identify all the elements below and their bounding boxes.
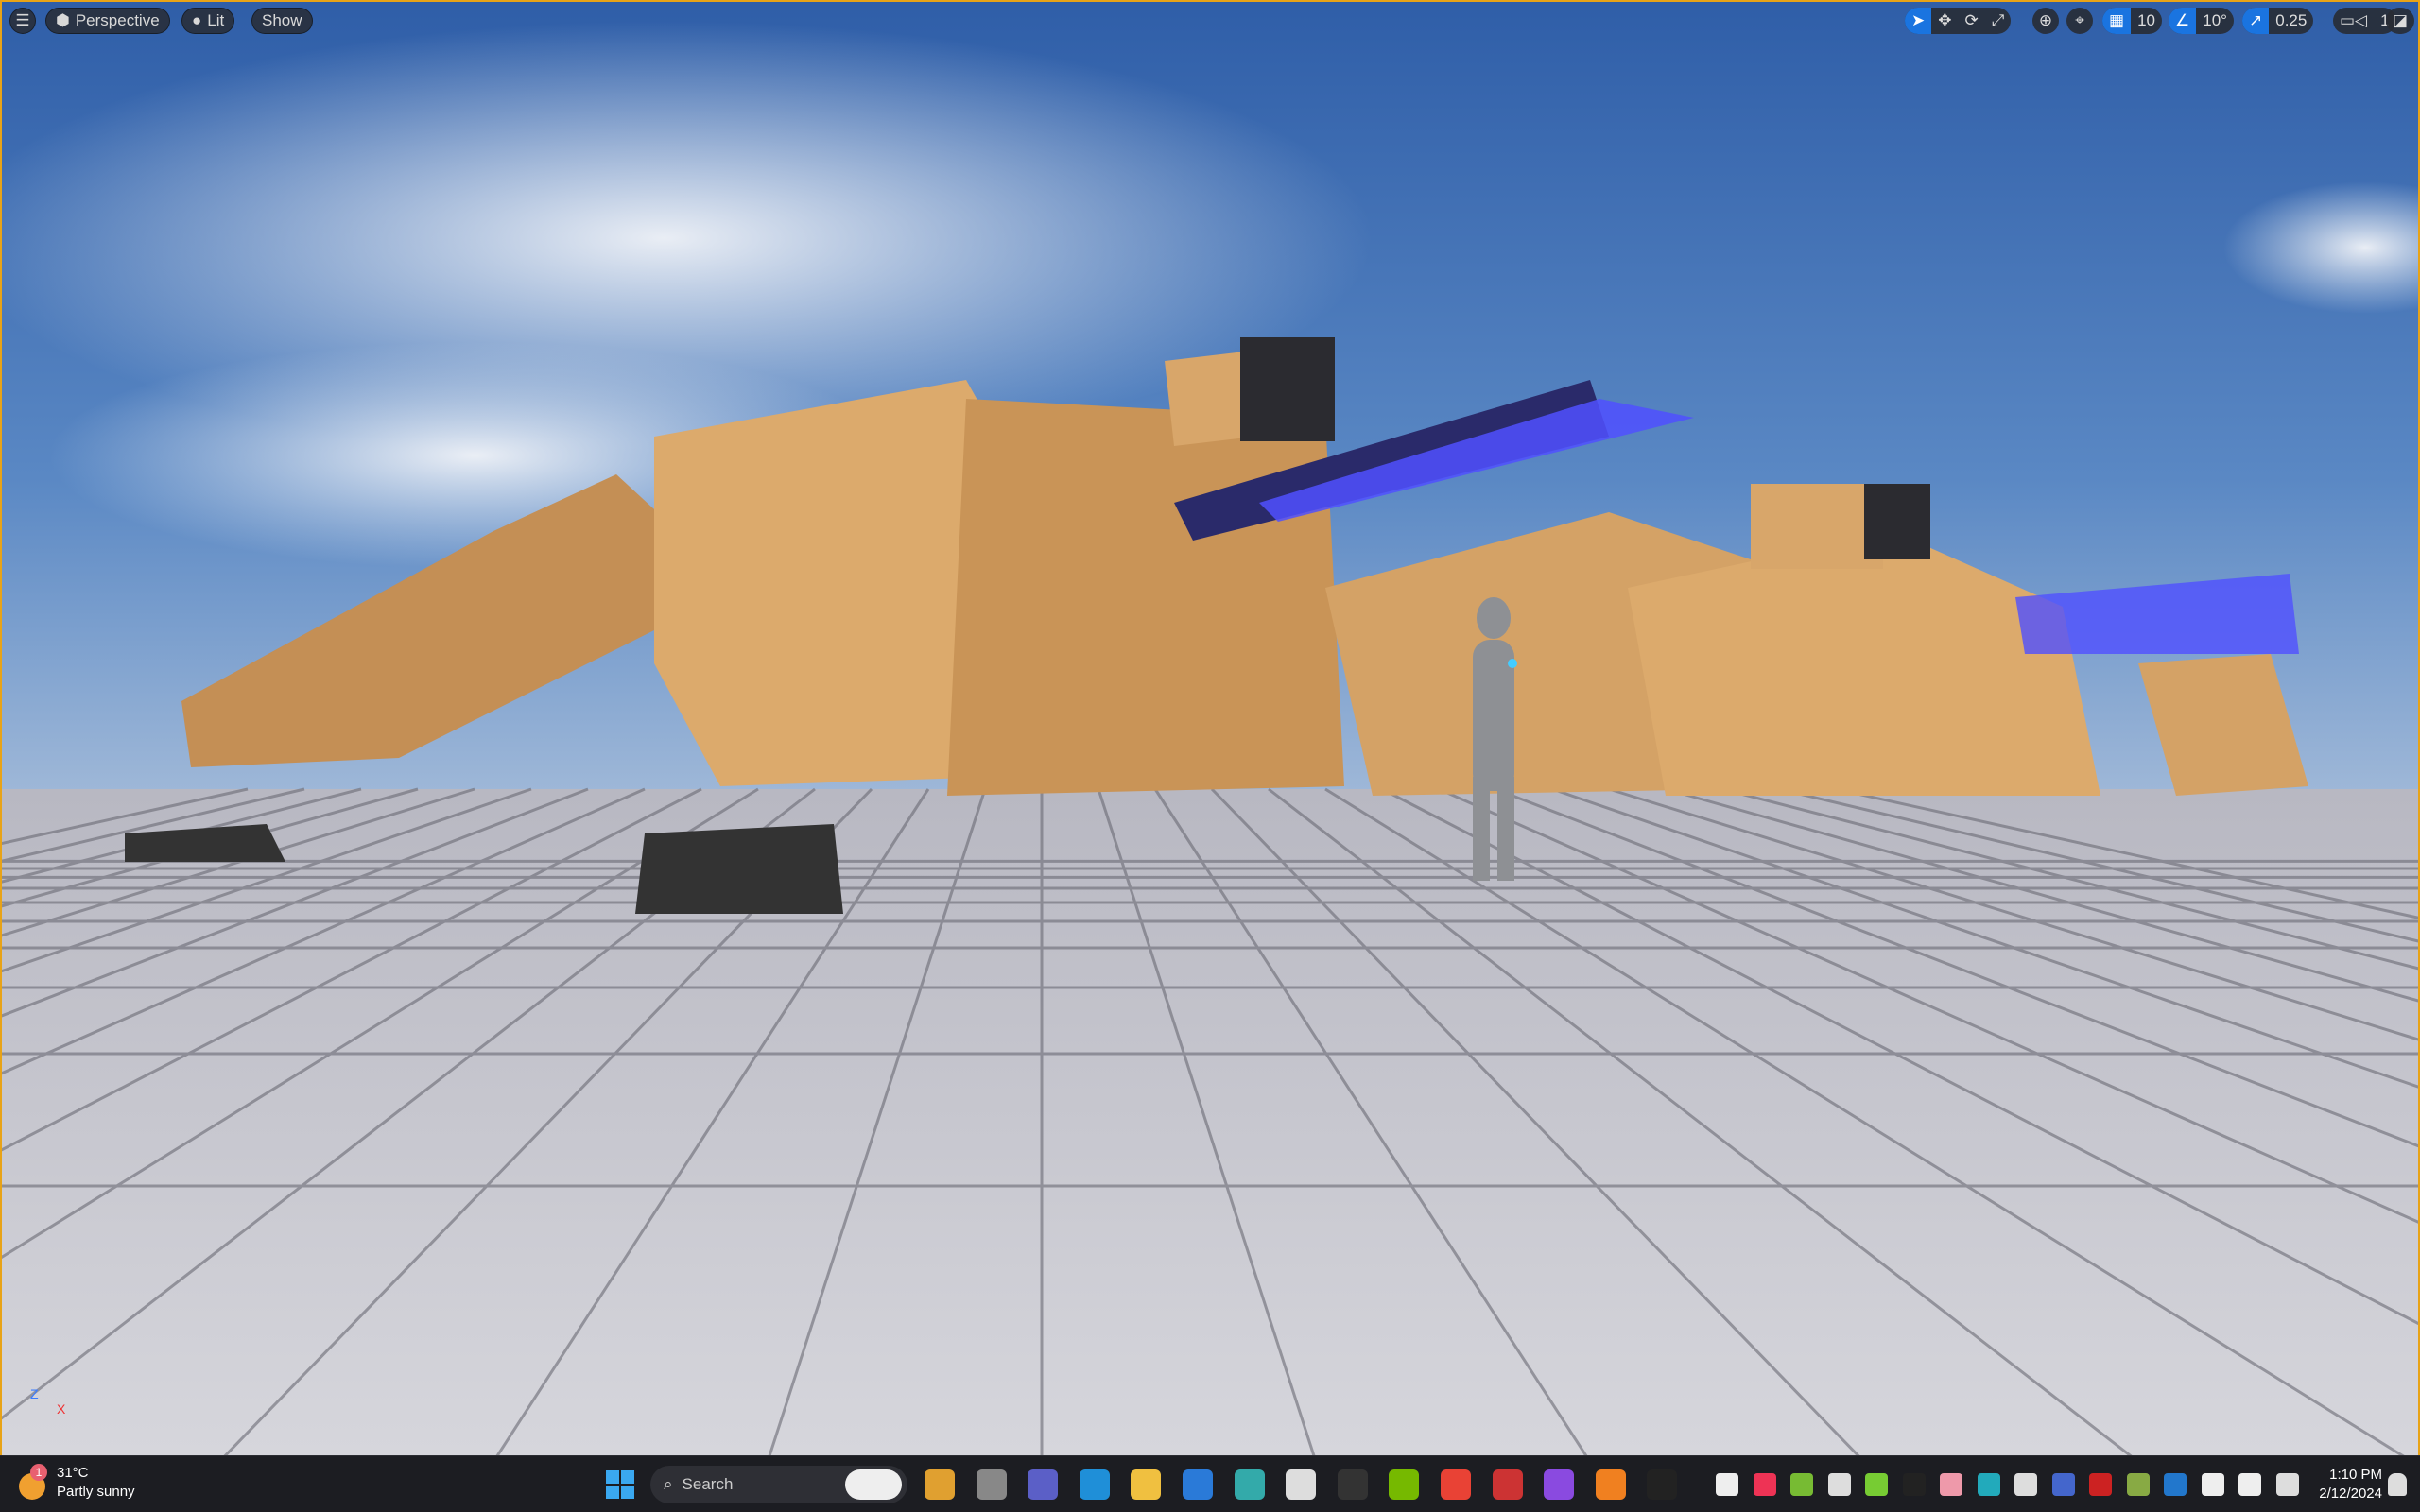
taskbar-app-icon[interactable]: [976, 1469, 1007, 1500]
taskbar-app-icon[interactable]: [1492, 1469, 1523, 1500]
taskbar-app-icon[interactable]: [1131, 1469, 1162, 1500]
axis-x-label: X: [57, 1401, 66, 1417]
taskbar-app-icon[interactable]: [1079, 1469, 1110, 1500]
sphere-icon: ●: [192, 11, 202, 29]
level-viewport[interactable]: ☰ ⬢ Perspective ● Lit Show ➤ ✥ ⟳ ⤢ ⊕ ⌖ ▦ 10…: [0, 0, 2420, 1455]
weather-temp: 31°C: [57, 1465, 89, 1481]
taskbar-app-icon[interactable]: [1028, 1469, 1059, 1500]
grid-snap-value[interactable]: 10: [2131, 8, 2162, 34]
show-button[interactable]: Show: [251, 8, 313, 34]
system-tray-icon[interactable]: [2275, 1473, 2299, 1496]
clock-date: 2/12/2024: [2319, 1486, 2382, 1502]
maximize-icon: ◪: [2392, 11, 2409, 29]
show-label: Show: [262, 11, 302, 29]
start-button[interactable]: [606, 1470, 634, 1499]
taskbar-app-icon[interactable]: [1544, 1469, 1575, 1500]
maximize-viewport-button[interactable]: ◪: [2386, 8, 2414, 34]
scale-snap-value[interactable]: 0.25: [2269, 8, 2313, 34]
scene-render: [2, 2, 2418, 1455]
search-box[interactable]: ⌕ Search: [650, 1466, 908, 1503]
system-tray-icon[interactable]: [2014, 1473, 2037, 1496]
lit-label: Lit: [207, 11, 225, 29]
copilot-icon[interactable]: [845, 1469, 902, 1500]
grid-snap[interactable]: ▦ 10: [2102, 8, 2162, 34]
scale-arrow-icon: ↗: [2242, 8, 2270, 34]
system-tray-icon[interactable]: [1790, 1473, 1813, 1496]
system-tray-icon[interactable]: [2089, 1473, 2112, 1496]
scale-snap[interactable]: ↗ 0.25: [2242, 8, 2314, 34]
system-tray-icon[interactable]: [2051, 1473, 2075, 1496]
camera-icon: ▭◁: [2340, 11, 2368, 29]
system-tray-icon[interactable]: [1716, 1473, 1738, 1496]
surface-snap-button[interactable]: ⌖: [2066, 8, 2093, 34]
system-tray-icon[interactable]: [1902, 1473, 1926, 1496]
search-placeholder: Search: [682, 1475, 734, 1493]
system-tray-icon[interactable]: [2126, 1473, 2150, 1496]
weather-desc: Partly sunny: [57, 1484, 135, 1500]
select-tool-icon[interactable]: ➤: [1905, 8, 1932, 34]
taskbar-app-icon[interactable]: [1389, 1469, 1420, 1500]
search-icon: ⌕: [664, 1475, 673, 1493]
taskbar-app-icon[interactable]: [1441, 1469, 1471, 1500]
clock[interactable]: 1:10 PM 2/12/2024: [2297, 1466, 2382, 1503]
taskbar-app-icon[interactable]: [1286, 1469, 1317, 1500]
rotate-tool-icon[interactable]: ⟳: [1959, 8, 1985, 34]
viewport-menu-button[interactable]: ☰: [9, 8, 36, 34]
taskbar-app-icon[interactable]: [1337, 1469, 1368, 1500]
taskbar-app-icon[interactable]: [1183, 1469, 1213, 1500]
weather-widget[interactable]: 1 31°C Partly sunny: [17, 1464, 135, 1502]
system-tray-icon[interactable]: [1940, 1473, 1962, 1496]
system-tray-icon[interactable]: [1865, 1473, 1888, 1496]
system-tray-icon[interactable]: [1977, 1473, 2000, 1496]
taskbar-app-icon[interactable]: [925, 1469, 955, 1500]
globe-icon: ⊕: [2038, 11, 2053, 29]
axis-gizmo: ZX: [30, 1386, 65, 1417]
system-tray-icon[interactable]: [1753, 1473, 1776, 1496]
axis-z-label: Z: [30, 1386, 39, 1401]
system-tray-icon[interactable]: [2238, 1473, 2261, 1496]
lit-button[interactable]: ● Lit: [182, 8, 235, 34]
angle-icon: ∠: [2169, 8, 2197, 34]
taskbar-app-icon[interactable]: [1595, 1469, 1626, 1500]
perspective-button[interactable]: ⬢ Perspective: [45, 8, 170, 34]
windows-taskbar: 1 31°C Partly sunny ⌕ Search 1:10 PM 2/12/…: [0, 1455, 2420, 1512]
rotation-snap[interactable]: ∠ 10°: [2169, 8, 2234, 34]
surface-snap-icon: ⌖: [2075, 11, 2084, 29]
perspective-label: Perspective: [75, 11, 160, 29]
hamburger-icon: ☰: [15, 11, 30, 29]
world-local-button[interactable]: ⊕: [2032, 8, 2059, 34]
notification-badge: 1: [30, 1464, 47, 1481]
rotation-snap-value[interactable]: 10°: [2196, 8, 2234, 34]
weather-icon: 1: [17, 1464, 49, 1502]
cube-icon: ⬢: [56, 11, 70, 29]
grid-icon: ▦: [2102, 8, 2132, 34]
taskbar-app-icon[interactable]: [1234, 1469, 1265, 1500]
system-tray-icon[interactable]: [1827, 1473, 1851, 1496]
taskbar-app-icon[interactable]: [1647, 1469, 1678, 1500]
system-tray-icon[interactable]: [2164, 1473, 2187, 1496]
transform-tools: ➤ ✥ ⟳ ⤢: [1905, 8, 2012, 34]
system-tray-icon[interactable]: [2201, 1473, 2224, 1496]
notification-bell-icon[interactable]: [2388, 1473, 2407, 1496]
translate-tool-icon[interactable]: ✥: [1931, 8, 1958, 34]
clock-time: 1:10 PM: [2329, 1467, 2382, 1483]
